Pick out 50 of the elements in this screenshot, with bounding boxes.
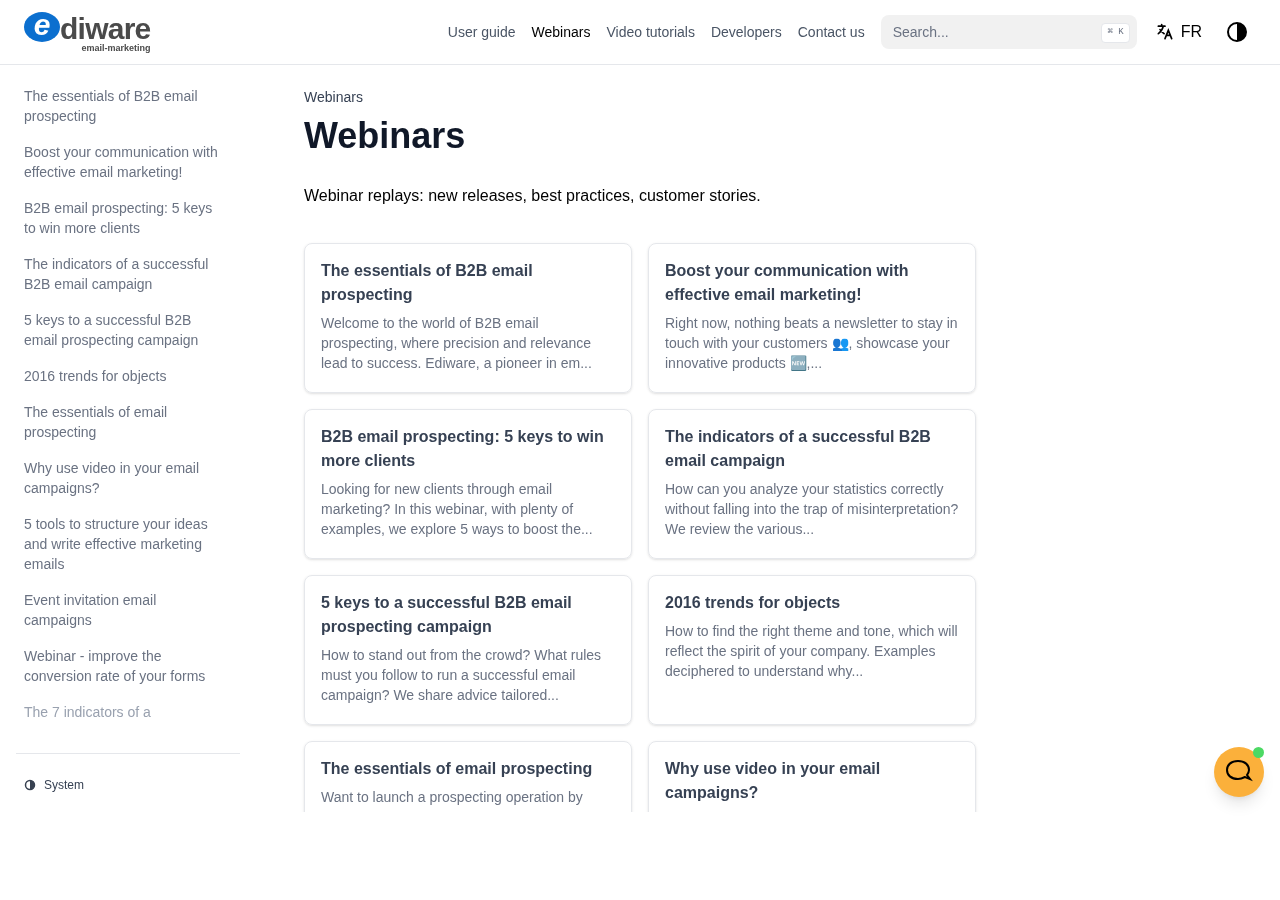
- card-description: How to find the right theme and tone, which will reflect the spirit of your company. Examples deciphered to understand why...: [665, 622, 959, 681]
- nav-link[interactable]: Webinars: [531, 21, 591, 43]
- card-title: B2B email prospecting: 5 keys to win more clients: [321, 427, 605, 471]
- card-description: Want to launch a prospecting operation by: [321, 788, 584, 807]
- page-title: Webinars: [304, 114, 467, 158]
- card-description: How to stand out from the crowd? What rules must you follow to run a successful email campaign? We share advice tailored...: [321, 646, 603, 705]
- theme-toggle-icon[interactable]: [1226, 21, 1248, 43]
- card-description: Right now, nothing beats a newsletter to stay in touch with your customers 👥, showcase your innovative products 🆕,...: [665, 314, 959, 373]
- sidebar-item[interactable]: Event invitation email campaigns: [24, 590, 224, 630]
- card-title: Why use video in your email campaigns?: [665, 759, 882, 803]
- sidebar-item[interactable]: 2016 trends for objects: [24, 366, 224, 386]
- sidebar-item[interactable]: Why use video in your email campaigns?: [24, 458, 224, 498]
- sidebar-item[interactable]: The essentials of B2B email prospecting: [24, 86, 224, 126]
- webinar-card[interactable]: 2016 trends for objects How to find the right theme and tone, which will reflect the spirit of your company. Examples deciphered to understand why...: [648, 575, 976, 725]
- translate-icon: [1154, 22, 1175, 42]
- shortcut-key: ⌘ K: [1101, 23, 1130, 43]
- card-title: The indicators of a successful B2B email campaign: [665, 427, 932, 471]
- nav-link[interactable]: Video tutorials: [606, 21, 695, 43]
- sidebar-item[interactable]: Boost your communication with effective email marketing!: [24, 142, 224, 182]
- card-title: 2016 trends for objects: [665, 593, 842, 613]
- webinar-card[interactable]: Boost your communication with effective email marketing! Right now, nothing beats a newsletter to stay in touch with your customers 👥, showcase your innovative products 🆕,...: [648, 243, 976, 393]
- nav-link[interactable]: Developers: [710, 21, 782, 43]
- sidebar-item[interactable]: The essentials of email prospecting: [24, 402, 224, 442]
- webinar-card[interactable]: B2B email prospecting: 5 keys to win more clients Looking for new clients through email marketing? In this webinar, with plenty of examples, we explore 5 ways to boost the...: [304, 409, 632, 559]
- card-description: How can you analyze your statistics correctly without falling into the trap of misinterpretation? We review the various...: [665, 480, 959, 539]
- nav-link[interactable]: User guide: [447, 21, 516, 43]
- card-title: Boost your communication with effective email marketing!: [665, 261, 910, 305]
- chat-button[interactable]: [1214, 747, 1264, 797]
- half-circle-icon: [24, 779, 36, 791]
- nav-link[interactable]: Contact us: [797, 21, 865, 43]
- webinar-card[interactable]: The indicators of a successful B2B email campaign How can you analyze your statistics correctly without falling into the trap of misinterpretation? We review the various...: [648, 409, 976, 559]
- webinar-card[interactable]: Why use video in your email campaigns?: [648, 741, 976, 812]
- theme-selector[interactable]: System: [24, 776, 84, 794]
- sidebar-item[interactable]: The indicators of a successful B2B email campaign: [24, 254, 224, 294]
- card-title: The essentials of email prospecting: [321, 759, 594, 779]
- language-button[interactable]: FR: [1154, 20, 1202, 44]
- card-title: The essentials of B2B email prospecting: [321, 261, 534, 305]
- webinar-card[interactable]: The essentials of B2B email prospecting Welcome to the world of B2B email prospecting, where precision and relevance lead to success. Ediware, a pioneer in em...: [304, 243, 632, 393]
- sidebar-item[interactable]: 5 tools to structure your ideas and write effective marketing emails: [24, 514, 224, 574]
- breadcrumb[interactable]: Webinars: [304, 87, 976, 108]
- intro-text: Webinar replays: new releases, best practices, customer stories.: [304, 186, 762, 206]
- card-title: 5 keys to a successful B2B email prospecting campaign: [321, 593, 573, 637]
- sidebar-item[interactable]: Webinar - improve the conversion rate of your forms: [24, 646, 224, 686]
- sidebar-item[interactable]: 5 keys to a successful B2B email prospecting campaign: [24, 310, 224, 350]
- sidebar-item[interactable]: B2B email prospecting: 5 keys to win more clients: [24, 198, 224, 238]
- webinar-card[interactable]: The essentials of email prospecting Want to launch a prospecting operation by: [304, 741, 632, 812]
- card-description: Looking for new clients through email marketing? In this webinar, with plenty of examples, we explore 5 ways to boost the...: [321, 480, 594, 539]
- logo[interactable]: e diware email-marketing: [24, 11, 151, 53]
- webinar-card[interactable]: 5 keys to a successful B2B email prospecting campaign How to stand out from the crowd? What rules must you follow to run a successful email campaign? We share advice tailored...: [304, 575, 632, 725]
- card-description: Welcome to the world of B2B email prospecting, where precision and relevance lead to success. Ediware, a pioneer in em...: [321, 314, 593, 373]
